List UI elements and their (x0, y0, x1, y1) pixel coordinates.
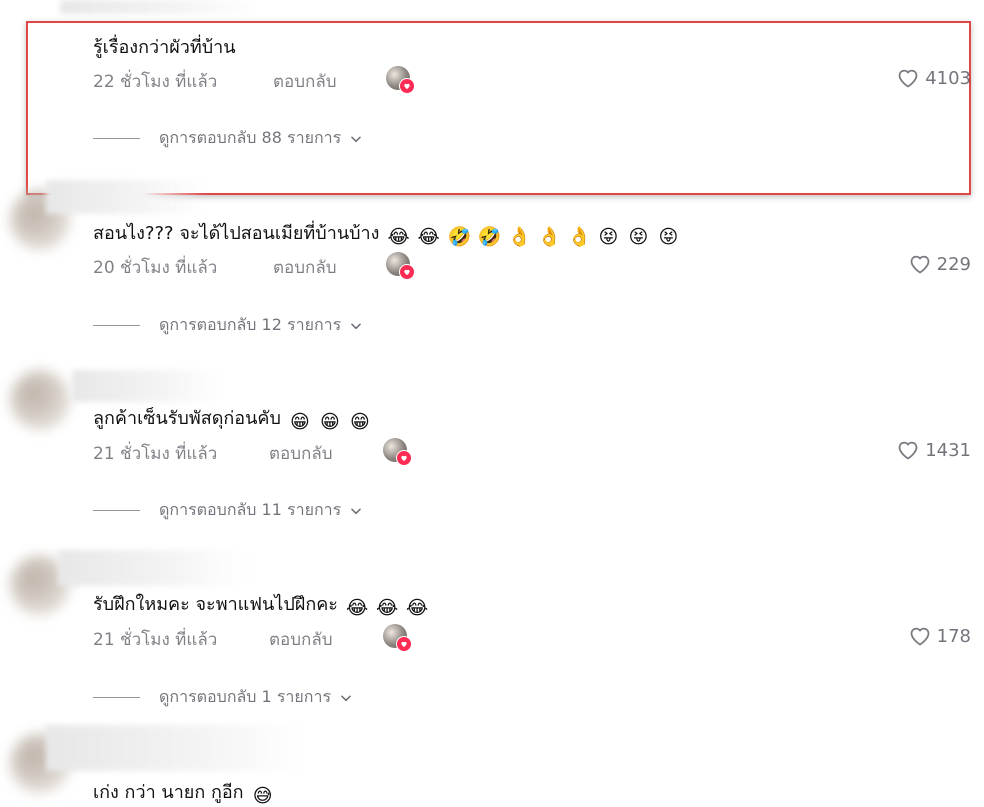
emoji-icon: 😅 (252, 785, 273, 807)
view-replies-button[interactable]: ดูการตอบกลับ 12 รายการ (93, 313, 363, 338)
reply-button[interactable]: ตอบกลับ (273, 68, 337, 95)
like-count: 4103 (925, 67, 971, 89)
like-button[interactable]: 178 (907, 624, 971, 648)
comment-time: 20 ชั่วโมง ที่แล้ว (93, 258, 218, 278)
blurred-username (72, 370, 222, 402)
reply-button[interactable]: ตอบกลับ (269, 440, 333, 467)
heart-outline-icon (898, 441, 918, 460)
blurred-username (58, 550, 248, 586)
view-replies-button[interactable]: ดูการตอบกลับ 11 รายการ (93, 498, 363, 523)
emoji-icon: 😂 (405, 597, 429, 619)
comment-time: 22 ชั่วโมง ที่แล้ว (93, 72, 218, 92)
like-count: 178 (936, 625, 971, 647)
replies-divider-line (93, 138, 140, 139)
emoji-list: 😁 😁 😁 (281, 408, 371, 433)
view-replies-button[interactable]: ดูการตอบกลับ 1 รายการ (93, 685, 353, 710)
blurred-username (46, 725, 306, 771)
chevron-down-icon (351, 322, 362, 329)
like-button[interactable]: 1431 (895, 438, 971, 462)
like-count: 229 (936, 253, 971, 275)
emoji-icon: 😂 (375, 597, 399, 619)
avatar[interactable] (10, 370, 70, 430)
view-replies-label: ดูการตอบกลับ 1 รายการ (159, 687, 332, 706)
like-button[interactable]: 229 (907, 252, 971, 276)
emoji-icon: 😝 (628, 226, 649, 248)
blurred-username (46, 180, 206, 214)
creator-liked-avatar (386, 66, 415, 94)
view-replies-label: ดูการตอบกลับ 11 รายการ (159, 500, 342, 519)
replies-divider-line (93, 697, 140, 698)
creator-heart-icon (396, 450, 412, 466)
emoji-icon: 😂 (417, 226, 440, 248)
blurred-username (60, 0, 260, 14)
creator-liked-avatar (383, 624, 412, 652)
emoji-icon: 👌 (507, 226, 532, 248)
chevron-down-icon (351, 135, 362, 142)
heart-outline-icon (910, 627, 930, 646)
creator-liked-avatar (386, 252, 415, 280)
comment-text: ลูกค้าเซ็นรับพัสดุก่อนคับ 😁 😁 😁 (93, 408, 371, 433)
comment-text: รู้เรื่องกว่าผัวที่บ้าน (93, 37, 236, 58)
replies-divider-line (93, 325, 140, 326)
chevron-down-icon (341, 694, 351, 701)
emoji-icon: 😝 (658, 226, 679, 248)
chevron-down-icon (351, 507, 362, 514)
replies-divider-line (93, 510, 140, 511)
creator-heart-icon (399, 264, 415, 280)
like-button[interactable]: 4103 (895, 66, 971, 90)
heart-outline-icon (898, 69, 918, 88)
emoji-icon: 😁 (289, 411, 310, 433)
reply-button[interactable]: ตอบกลับ (273, 254, 337, 281)
reply-button[interactable]: ตอบกลับ (269, 626, 333, 653)
creator-heart-icon (396, 636, 412, 652)
creator-liked-avatar (383, 438, 412, 466)
emoji-list: 😅 (244, 782, 274, 807)
creator-heart-icon (399, 78, 415, 94)
emoji-icon: 😂 (387, 226, 410, 248)
view-replies-label: ดูการตอบกลับ 88 รายการ (159, 128, 342, 147)
emoji-icon: 😂 (345, 597, 369, 619)
comment-text: รับฝึกใหมคะ จะพาแฟนไปฝึกคะ 😂 😂 😂 (93, 594, 429, 619)
emoji-icon: 🤣 (477, 226, 502, 248)
emoji-icon: 😁 (349, 411, 370, 433)
emoji-list: 😂 😂 🤣 🤣 👌 👌 👌 😝 😝 😝 (379, 223, 679, 248)
emoji-list: 😂 😂 😂 (338, 594, 428, 619)
comment-text: สอนไง??? จะได้ไปสอนเมียที่บ้านบ้าง 😂 😂 🤣 🤣 👌 👌… (93, 223, 679, 248)
heart-outline-icon (910, 255, 930, 274)
emoji-icon: 😝 (598, 226, 619, 248)
comment-time: 21 ชั่วโมง ที่แล้ว (93, 444, 218, 464)
comment-time: 21 ชั่วโมง ที่แล้ว (93, 630, 218, 650)
emoji-icon: 😁 (319, 411, 340, 433)
emoji-icon: 👌 (567, 226, 592, 248)
view-replies-label: ดูการตอบกลับ 12 รายการ (159, 315, 342, 334)
like-count: 1431 (925, 439, 971, 461)
view-replies-button[interactable]: ดูการตอบกลับ 88 รายการ (93, 126, 363, 151)
emoji-icon: 🤣 (447, 226, 472, 248)
emoji-icon: 👌 (537, 226, 562, 248)
